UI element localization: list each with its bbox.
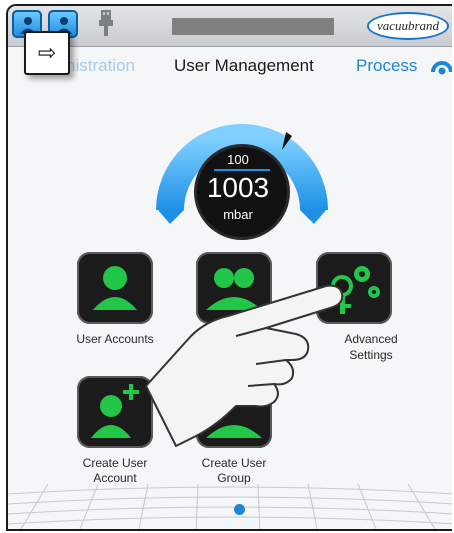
- usb-icon: [99, 10, 113, 36]
- pressure-unit: mbar: [223, 207, 253, 222]
- next-arrow-callout: ⇨: [24, 31, 70, 75]
- status-bar: [172, 18, 334, 35]
- pointing-hand-icon: [145, 284, 344, 447]
- create-user-group-label-line1: Create User: [201, 456, 267, 470]
- process-icon[interactable]: [431, 57, 452, 75]
- device-screen: vacuubrand nistration User Management Pr…: [6, 4, 452, 531]
- vacuubrand-logo: vacuubrand: [367, 12, 449, 40]
- tab-user-management[interactable]: User Management: [174, 56, 314, 76]
- create-user-account-label-line1: Create User: [82, 456, 148, 470]
- pressure-value: 1003: [206, 172, 270, 203]
- top-bar: vacuubrand: [8, 6, 452, 47]
- nav-row: nistration User Management Process: [8, 50, 452, 78]
- page-indicator-dot[interactable]: [234, 504, 245, 515]
- tab-administration[interactable]: nistration: [66, 56, 135, 76]
- decorative-mesh: [8, 484, 452, 529]
- setpoint-value: 100: [227, 152, 249, 167]
- tab-process[interactable]: Process: [356, 56, 417, 76]
